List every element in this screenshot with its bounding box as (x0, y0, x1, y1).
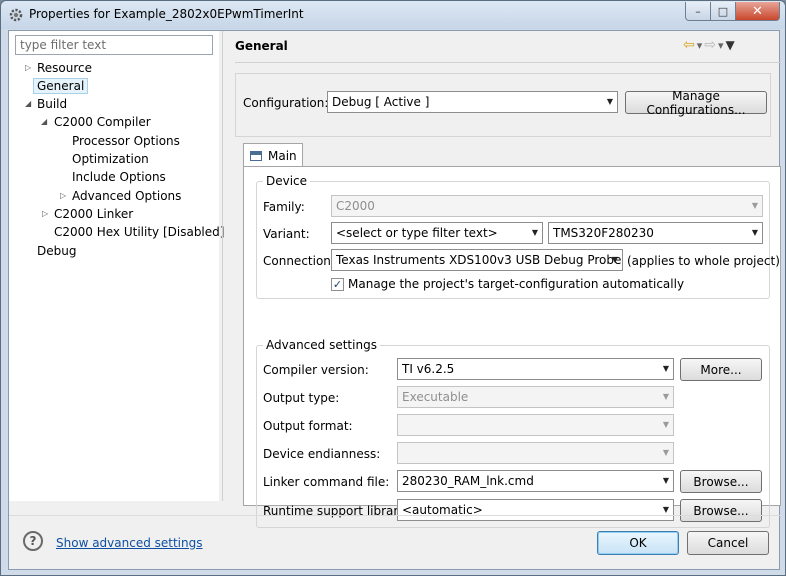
history-nav: ⇦ ▾ ⇨ ▾ ▼ (683, 37, 735, 53)
forward-dropdown-icon[interactable]: ▾ (718, 39, 724, 52)
chevron-down-icon: ▼ (611, 255, 618, 264)
configuration-label: Configuration: (243, 96, 329, 110)
connection-select[interactable]: Texas Instruments XDS100v3 USB Debug Pro… (331, 249, 623, 271)
variant-filter-text: <select or type filter text> (336, 226, 498, 240)
output-format-label: Output format: (263, 419, 353, 433)
chevron-down-icon: ▼ (662, 448, 669, 457)
properties-window: Properties for Example_2802x0EPwmTimerIn… (0, 0, 786, 576)
close-button[interactable]: ✕ (735, 2, 780, 21)
tree-item-c2000-compiler[interactable]: C2000 Compiler (54, 113, 151, 131)
tree-item-build[interactable]: Build (37, 95, 67, 113)
variant-label: Variant: (263, 227, 310, 241)
tree-item-advanced-options[interactable]: Advanced Options (72, 187, 181, 205)
configuration-section: Configuration: Debug [ Active ] ▼ Manage… (235, 73, 771, 137)
compiler-version-select[interactable]: TI v6.2.5 ▼ (397, 358, 674, 380)
title-bar[interactable]: Properties for Example_2802x0EPwmTimerIn… (1, 1, 785, 29)
window-title: Properties for Example_2802x0EPwmTimerIn… (29, 7, 304, 21)
tab-main[interactable]: Main (243, 143, 303, 167)
chevron-down-icon: ▼ (662, 364, 669, 373)
output-type-select: Executable ▼ (397, 386, 674, 408)
main-tab-panel: Device Family: C2000 ▼ Variant: <select … (243, 166, 781, 528)
chevron-right-icon[interactable]: ▷ (60, 187, 66, 205)
configuration-select[interactable]: Debug [ Active ] ▼ (327, 91, 618, 113)
chevron-down-icon: ▼ (662, 505, 669, 514)
compiler-version-value: TI v6.2.5 (402, 362, 455, 376)
device-group: Device Family: C2000 ▼ Variant: <select … (256, 174, 780, 299)
family-value: C2000 (336, 199, 375, 213)
manage-target-config-checkbox[interactable]: ✓ (331, 278, 344, 291)
chevron-right-icon[interactable]: ▷ (42, 205, 48, 223)
chevron-down-icon: ▼ (606, 97, 613, 106)
variant-value: TMS320F280230 (553, 226, 654, 240)
tree-item-optimization[interactable]: Optimization (72, 150, 149, 168)
dialog-client-area: ▷ Resource General ◢ Build ◢ C2000 Compi… (8, 30, 781, 570)
minimize-button[interactable]: – (685, 2, 711, 21)
tree-item-include-options[interactable]: Include Options (72, 168, 166, 186)
endianness-label: Device endianness: (263, 447, 381, 461)
advanced-settings-group: Advanced settings Compiler version: TI v… (256, 338, 770, 528)
variant-filter-combo[interactable]: <select or type filter text> ▼ (331, 222, 543, 244)
linker-command-file-combo[interactable]: 280230_RAM_lnk.cmd ▼ (397, 470, 674, 492)
chevron-down-icon: ▼ (751, 201, 758, 210)
tree-item-c2000-hex-utility[interactable]: C2000 Hex Utility [Disabled] (54, 223, 224, 241)
family-select: C2000 ▼ (331, 195, 763, 217)
linker-command-file-value: 280230_RAM_lnk.cmd (402, 474, 534, 488)
chevron-down-icon: ▼ (531, 228, 538, 237)
connection-label: Connection: (263, 254, 335, 268)
chevron-down-icon: ▼ (751, 228, 758, 237)
ok-button[interactable]: OK (597, 531, 679, 555)
tree-item-c2000-linker[interactable]: C2000 Linker (54, 205, 133, 223)
configuration-value: Debug [ Active ] (332, 95, 430, 109)
runtime-library-combo[interactable]: <automatic> ▼ (397, 499, 674, 521)
tree-item-resource[interactable]: Resource (37, 59, 92, 77)
chevron-down-icon: ▼ (662, 392, 669, 401)
page-title: General (235, 39, 288, 53)
tree-item-processor-options[interactable]: Processor Options (72, 132, 180, 150)
manage-configurations-button[interactable]: Manage Configurations... (625, 89, 767, 117)
endianness-select: ▼ (397, 442, 674, 464)
linker-command-file-label: Linker command file: (263, 475, 390, 489)
tab-main-label: Main (268, 148, 297, 163)
chevron-down-icon: ▼ (662, 476, 669, 485)
cancel-button[interactable]: Cancel (687, 531, 769, 555)
filter-input[interactable] (15, 35, 213, 55)
output-type-label: Output type: (263, 391, 340, 405)
back-arrow-icon[interactable]: ⇦ (683, 37, 695, 53)
chevron-right-icon[interactable]: ▷ (25, 59, 31, 77)
forward-arrow-icon[interactable]: ⇨ (704, 37, 716, 53)
linker-browse-button[interactable]: Browse... (680, 470, 762, 493)
gear-icon (9, 8, 23, 22)
chevron-down-icon: ▼ (662, 420, 669, 429)
output-format-select: ▼ (397, 414, 674, 436)
manage-target-config-label: Manage the project's target-configuratio… (348, 277, 685, 291)
connection-value: Texas Instruments XDS100v3 USB Debug Pro… (336, 253, 622, 267)
show-advanced-settings-link[interactable]: Show advanced settings (56, 536, 203, 550)
maximize-button[interactable]: □ (710, 2, 736, 21)
view-menu-icon[interactable]: ▼ (726, 38, 735, 52)
splitter[interactable] (222, 31, 223, 501)
advanced-group-title: Advanced settings (263, 338, 380, 352)
back-dropdown-icon[interactable]: ▾ (697, 39, 703, 52)
chevron-down-icon[interactable]: ◢ (25, 95, 31, 113)
device-group-title: Device (263, 174, 311, 188)
output-type-value: Executable (402, 390, 469, 404)
variant-select[interactable]: TMS320F280230 ▼ (548, 222, 763, 244)
window-icon (250, 150, 262, 161)
family-label: Family: (263, 200, 305, 214)
property-tree: ▷ Resource General ◢ Build ◢ C2000 Compi… (9, 31, 224, 501)
runtime-browse-button[interactable]: Browse... (680, 499, 762, 522)
compiler-version-label: Compiler version: (263, 363, 369, 377)
help-icon[interactable]: ? (23, 531, 43, 551)
more-button[interactable]: More... (680, 358, 762, 381)
footer-divider (9, 515, 781, 516)
tree-item-general[interactable]: General (33, 77, 89, 95)
header-divider (235, 62, 781, 63)
chevron-down-icon[interactable]: ◢ (41, 113, 47, 131)
connection-note: (applies to whole project) (627, 254, 780, 268)
tree-item-debug[interactable]: Debug (37, 242, 76, 260)
